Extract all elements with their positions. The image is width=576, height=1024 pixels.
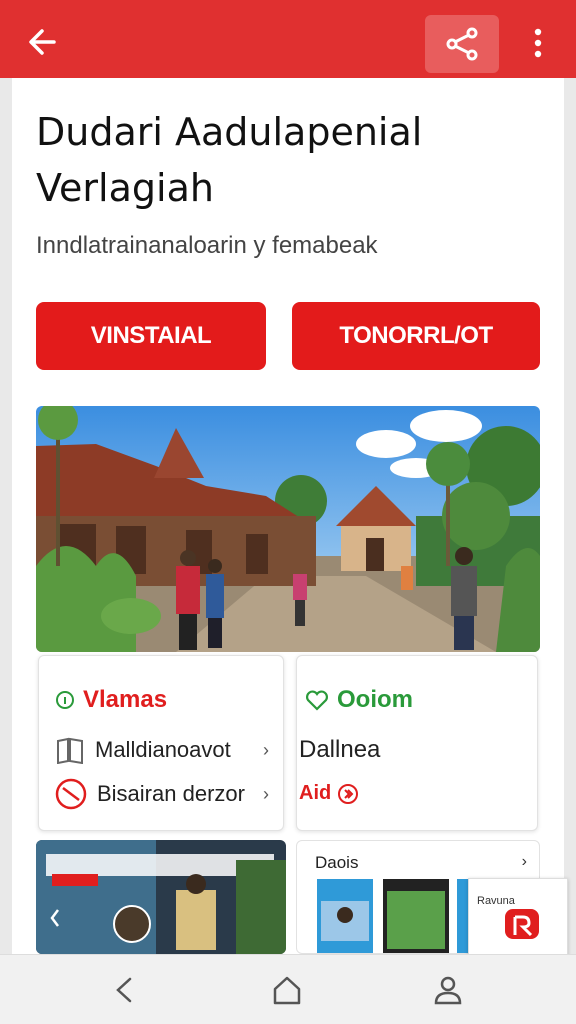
share-button[interactable] <box>425 15 499 73</box>
aid-link[interactable]: Aid <box>299 782 359 805</box>
info-panel-right: Ooiom Dallnea Aid <box>296 655 538 831</box>
list-item-label: Bisairan derzor <box>97 781 245 806</box>
nav-back-icon[interactable] <box>108 973 142 1007</box>
home-icon[interactable] <box>270 973 304 1007</box>
panel-text: Dallnea <box>299 736 381 763</box>
chevron-right-icon: › <box>263 739 269 760</box>
thumbnail-card[interactable] <box>36 840 286 954</box>
logo-icon <box>505 909 539 939</box>
chevron-right-icon: › <box>263 783 269 804</box>
arrow-left-icon[interactable] <box>24 22 64 62</box>
page-subtitle: Inndlatrainanaloarin y femabeak <box>36 232 378 259</box>
share-icon <box>446 27 478 61</box>
popup-card[interactable]: Ravuna <box>468 878 568 956</box>
book-icon <box>57 737 83 764</box>
app-bar <box>0 0 576 78</box>
info-circle-icon <box>56 691 74 709</box>
list-item[interactable]: Bisairan derzor › <box>55 778 269 810</box>
primary-button[interactable]: VINSTAIAL <box>36 302 266 370</box>
list-item-label: Malldianoavot <box>95 737 231 762</box>
thumbnail-image <box>36 840 286 954</box>
village-photo <box>36 406 540 652</box>
page-title: Dudari Aadulapenial Verlagiah <box>36 110 423 210</box>
panel-header: Vlamas <box>55 686 167 714</box>
popup-label: Ravuna <box>477 895 515 907</box>
profile-icon[interactable] <box>431 973 465 1007</box>
info-panel-left: Vlamas Malldianoavot › Bisairan derzor › <box>38 655 284 831</box>
list-item[interactable]: Malldianoavot › <box>55 736 269 764</box>
hero-image[interactable] <box>36 406 540 652</box>
aid-link-label: Aid <box>299 782 332 804</box>
secondary-button[interactable]: TONORRL/OT <box>292 302 540 370</box>
more-vertical-icon[interactable] <box>524 24 552 64</box>
panel-title: Vlamas <box>83 686 168 713</box>
system-nav-bar <box>0 954 576 1024</box>
heart-icon <box>306 690 328 711</box>
panel-header: Ooiom <box>305 686 413 714</box>
panel-title: Ooiom <box>337 686 413 713</box>
no-entry-icon <box>55 778 87 810</box>
forward-circle-icon <box>338 783 359 804</box>
